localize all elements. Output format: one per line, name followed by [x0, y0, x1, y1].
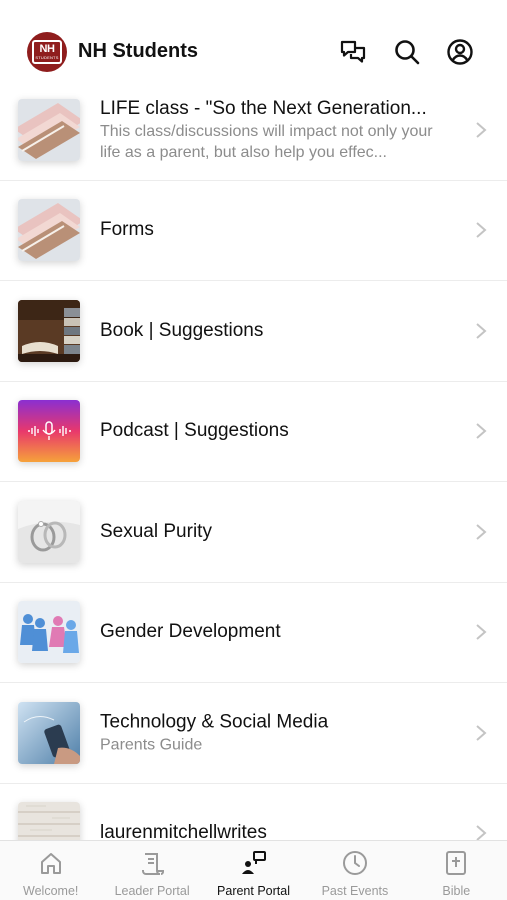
- tab-label: Welcome!: [23, 884, 79, 898]
- chevron-right-icon: [476, 523, 487, 540]
- logo-subtext: STUDENTS: [35, 55, 59, 60]
- list-item-text: LIFE class - "So the Next Generation... …: [100, 97, 457, 163]
- chevron-right-icon: [476, 624, 487, 641]
- chevron-right-icon: [476, 121, 487, 138]
- podcast-thumbnail: [18, 400, 80, 463]
- nh-students-logo[interactable]: NH STUDENTS: [27, 32, 67, 72]
- list-item-title: Forms: [100, 219, 154, 241]
- list-item-text: laurenmitchellwrites: [100, 821, 457, 842]
- tab-label: Leader Portal: [114, 884, 190, 898]
- tab-welcome[interactable]: Welcome!: [0, 841, 101, 900]
- clock-icon: [342, 851, 367, 875]
- list-item-subtitle: Parents Guide: [100, 736, 203, 754]
- home-icon: [40, 853, 61, 874]
- list-item-text: Book | Suggestions: [100, 319, 457, 343]
- app-title: NH Students: [78, 40, 198, 62]
- content-list: LIFE class - "So the Next Generation... …: [0, 80, 507, 842]
- list-item-title: Book | Suggestions: [100, 319, 264, 341]
- scroll-icon: [142, 853, 165, 875]
- list-item-forms[interactable]: Forms: [0, 181, 507, 281]
- notebooks-thumbnail: [18, 199, 80, 262]
- search-icon[interactable]: [393, 38, 421, 66]
- list-item-laurenmitchellwrites[interactable]: laurenmitchellwrites: [0, 784, 507, 842]
- tab-parent-portal[interactable]: Parent Portal: [203, 841, 304, 900]
- messages-icon[interactable]: [339, 38, 367, 66]
- list-item-gender-development[interactable]: Gender Development: [0, 583, 507, 683]
- list-item-title: Podcast | Suggestions: [100, 420, 289, 442]
- tab-label: Past Events: [321, 884, 389, 898]
- tab-label: Bible: [442, 884, 471, 898]
- list-item-title: Gender Development: [100, 621, 281, 643]
- tab-past-events[interactable]: Past Events: [304, 841, 405, 900]
- account-icon[interactable]: [446, 38, 474, 66]
- list-item-title: laurenmitchellwrites: [100, 822, 267, 842]
- tab-leader-portal[interactable]: Leader Portal: [101, 841, 202, 900]
- bible-icon: [446, 851, 467, 875]
- tab-bible[interactable]: Bible: [406, 841, 507, 900]
- logo-text: NH: [39, 43, 55, 55]
- figures-thumbnail: [18, 601, 80, 664]
- list-item-text: Podcast | Suggestions: [100, 419, 457, 443]
- chevron-right-icon: [476, 322, 487, 339]
- list-item-title: Technology & Social Media: [100, 711, 329, 733]
- list-item-podcast-suggestions[interactable]: Podcast | Suggestions: [0, 382, 507, 482]
- books-thumbnail: [18, 299, 80, 362]
- bottom-tab-bar: Welcome! Leader Portal Parent Portal Pas…: [0, 840, 507, 900]
- list-item-title: LIFE class - "So the Next Generation...: [100, 97, 427, 119]
- list-item-text: Technology & Social Media Parents Guide: [100, 710, 457, 755]
- list-item-subtitle: This class/discussions will impact not o…: [100, 122, 433, 161]
- phone-thumbnail: [18, 701, 80, 764]
- list-item-text: Sexual Purity: [100, 520, 457, 544]
- chevron-right-icon: [476, 423, 487, 440]
- list-item-sexual-purity[interactable]: Sexual Purity: [0, 482, 507, 583]
- list-item-title: Sexual Purity: [100, 520, 212, 542]
- chevron-right-icon: [476, 222, 487, 239]
- list-item-book-suggestions[interactable]: Book | Suggestions: [0, 281, 507, 382]
- list-item-text: Forms: [100, 218, 457, 242]
- list-item-technology-social-media[interactable]: Technology & Social Media Parents Guide: [0, 683, 507, 784]
- logo-badge: NH STUDENTS: [32, 40, 62, 64]
- notebooks-thumbnail: [18, 98, 80, 161]
- list-item-text: Gender Development: [100, 620, 457, 644]
- wood-thumbnail: [18, 802, 80, 842]
- list-item-life-class[interactable]: LIFE class - "So the Next Generation... …: [0, 80, 507, 181]
- chevron-right-icon: [476, 724, 487, 741]
- wedding-rings-thumbnail: [18, 500, 80, 563]
- tab-label: Parent Portal: [217, 884, 290, 898]
- parent-portal-icon: [241, 851, 266, 874]
- app-header: NH STUDENTS NH Students: [0, 0, 507, 88]
